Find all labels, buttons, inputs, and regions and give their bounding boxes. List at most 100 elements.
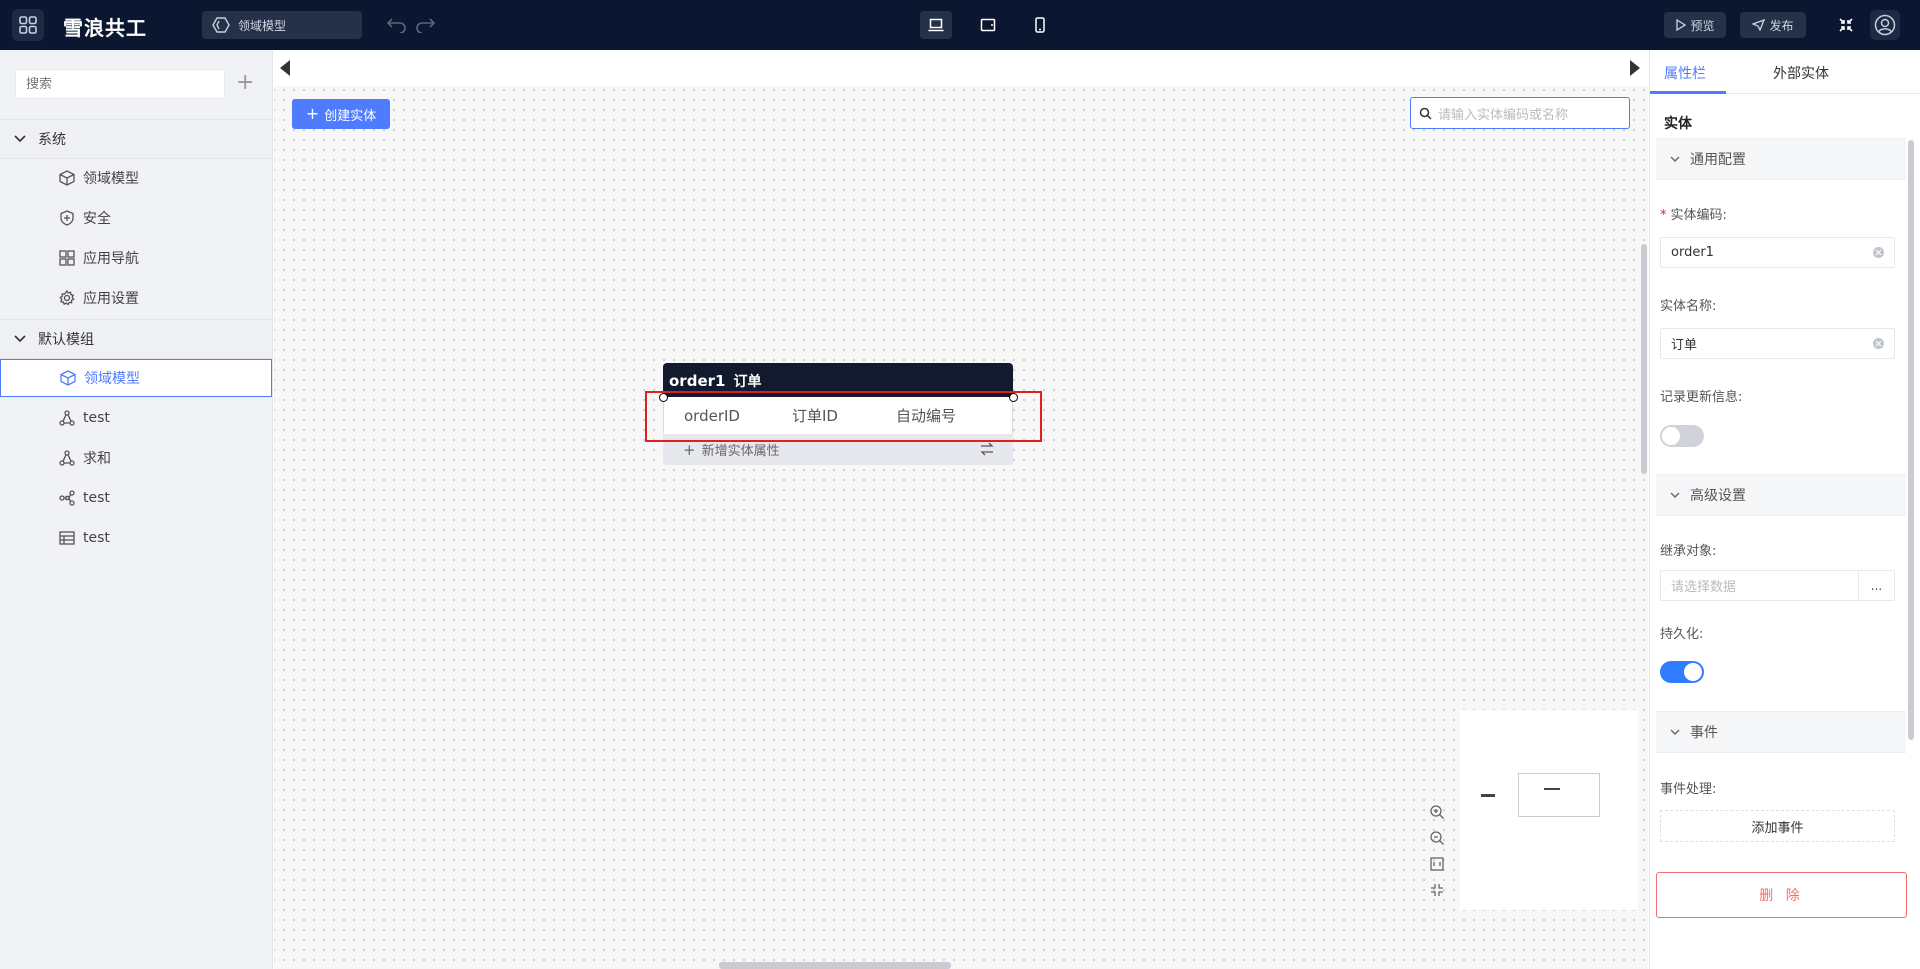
sidebar: + 系统 领域模型 安全 应用导航 应用设置 默认模组 领域模型 test 求和… bbox=[0, 50, 273, 969]
panel-tabs: 属性栏 外部实体 bbox=[1650, 50, 1920, 94]
clear-icon[interactable] bbox=[1873, 247, 1884, 258]
swap-icon[interactable] bbox=[979, 442, 995, 456]
zoom-in-icon[interactable] bbox=[1429, 804, 1445, 820]
zoom-out-icon[interactable] bbox=[1429, 830, 1445, 846]
sidebar-item-label: test bbox=[83, 490, 110, 506]
panel-title: 实体 bbox=[1664, 116, 1692, 132]
entity-code-label: * 实体编码: bbox=[1660, 208, 1727, 223]
sidebar-item-domain-model-selected[interactable]: 领域模型 bbox=[0, 359, 272, 397]
shield-icon bbox=[60, 210, 74, 226]
group-label: 默认模组 bbox=[38, 332, 94, 348]
sidebar-item-sum[interactable]: 求和 bbox=[0, 439, 272, 477]
publish-button[interactable]: 发布 bbox=[1740, 12, 1806, 38]
properties-panel: 属性栏 外部实体 实体 通用配置 * 实体编码: order1 实体名称: 订单 … bbox=[1649, 50, 1920, 969]
add-icon[interactable]: + bbox=[236, 72, 254, 94]
send-icon bbox=[1752, 19, 1766, 31]
entity-code-field[interactable]: order1 bbox=[1660, 237, 1895, 268]
model-selector-label: 领域模型 bbox=[238, 18, 287, 33]
sidebar-item-security[interactable]: 安全 bbox=[0, 199, 272, 237]
entity-name-field[interactable]: 订单 bbox=[1660, 328, 1895, 359]
shrink-icon[interactable] bbox=[1429, 882, 1445, 898]
user-icon bbox=[1874, 14, 1896, 36]
app-brand: 雪浪共工 bbox=[63, 16, 147, 40]
connection-handle-right[interactable] bbox=[1009, 393, 1018, 402]
section-advanced[interactable]: 高级设置 bbox=[1656, 474, 1906, 516]
tab-external-entity[interactable]: 外部实体 bbox=[1773, 63, 1829, 83]
undo-icon[interactable] bbox=[386, 15, 408, 33]
section-advanced-label: 高级设置 bbox=[1690, 488, 1746, 504]
collapse-right-icon[interactable] bbox=[1630, 60, 1640, 76]
canvas-top-strip bbox=[274, 50, 1648, 86]
active-tab-indicator bbox=[1650, 91, 1726, 94]
cube-icon bbox=[59, 170, 75, 186]
collapse-left-icon[interactable] bbox=[280, 60, 290, 76]
sidebar-item-domain-model[interactable]: 领域模型 bbox=[0, 159, 272, 197]
entity-search-input[interactable]: 请输入实体编码或名称 bbox=[1410, 97, 1630, 129]
chevron-down-icon bbox=[14, 335, 26, 343]
minimap-viewport[interactable] bbox=[1518, 773, 1600, 817]
chevron-down-icon bbox=[14, 135, 26, 143]
sidebar-item-label: 领域模型 bbox=[84, 371, 140, 387]
inherit-placeholder: 请选择数据 bbox=[1671, 580, 1737, 595]
section-events[interactable]: 事件 bbox=[1656, 711, 1906, 753]
sidebar-item-app-settings[interactable]: 应用设置 bbox=[0, 279, 272, 317]
mobile-view-button[interactable] bbox=[1024, 11, 1056, 39]
sidebar-item-test-flow[interactable]: test bbox=[0, 399, 272, 437]
minimap[interactable] bbox=[1460, 710, 1638, 910]
user-avatar[interactable] bbox=[1870, 10, 1900, 40]
more-button[interactable]: ... bbox=[1858, 571, 1894, 600]
add-event-button[interactable]: 添加事件 bbox=[1660, 810, 1895, 842]
sidebar-item-app-navigation[interactable]: 应用导航 bbox=[0, 239, 272, 277]
triangle-flow-icon bbox=[59, 450, 75, 466]
preview-button[interactable]: 预览 bbox=[1664, 12, 1726, 38]
model-selector[interactable]: 领域模型 bbox=[202, 11, 362, 39]
section-general[interactable]: 通用配置 bbox=[1656, 138, 1906, 180]
entity-code: order1 bbox=[669, 372, 726, 390]
sidebar-item-label: 安全 bbox=[83, 211, 111, 227]
redo-icon[interactable] bbox=[414, 15, 436, 33]
gear-icon bbox=[59, 290, 75, 306]
plus-icon: + bbox=[305, 104, 320, 123]
selection-highlight bbox=[645, 391, 1042, 442]
fullscreen-exit-icon[interactable] bbox=[1838, 17, 1854, 33]
panel-scrollbar[interactable] bbox=[1908, 140, 1914, 740]
create-entity-label: 创建实体 bbox=[324, 108, 377, 124]
tablet-view-button[interactable] bbox=[972, 11, 1004, 39]
delete-button[interactable]: 删 除 bbox=[1656, 872, 1907, 918]
event-handle-label: 事件处理: bbox=[1660, 782, 1717, 797]
desktop-view-button[interactable] bbox=[920, 11, 952, 39]
inherit-picker[interactable]: 请选择数据 ... bbox=[1660, 570, 1895, 601]
connection-handle-left[interactable] bbox=[659, 393, 668, 402]
chevron-down-icon bbox=[1670, 492, 1680, 498]
sidebar-item-test-nodes[interactable]: test bbox=[0, 479, 272, 517]
chevron-down-icon bbox=[1670, 156, 1680, 162]
chevron-down-icon bbox=[1670, 729, 1680, 735]
apps-grid-icon[interactable] bbox=[12, 9, 44, 41]
toggle-knob bbox=[1684, 663, 1702, 681]
grid-icon bbox=[59, 250, 75, 266]
entity-name-value: 订单 bbox=[1671, 338, 1698, 353]
group-default-module[interactable]: 默认模组 bbox=[0, 319, 272, 359]
group-system[interactable]: 系统 bbox=[0, 119, 272, 159]
clear-icon[interactable] bbox=[1873, 338, 1884, 349]
vertical-scrollbar[interactable] bbox=[1641, 244, 1647, 474]
mobile-icon bbox=[1035, 17, 1045, 33]
persist-toggle[interactable] bbox=[1660, 661, 1704, 683]
group-label: 系统 bbox=[38, 132, 66, 148]
section-general-label: 通用配置 bbox=[1690, 152, 1746, 168]
zoom-toolbar bbox=[1422, 802, 1452, 906]
record-update-toggle[interactable] bbox=[1660, 425, 1704, 447]
sidebar-search-input[interactable] bbox=[15, 69, 225, 99]
fit-view-icon[interactable] bbox=[1429, 856, 1445, 872]
toggle-knob bbox=[1662, 427, 1680, 445]
create-entity-button[interactable]: + 创建实体 bbox=[292, 99, 390, 129]
sidebar-item-label: 应用导航 bbox=[83, 251, 139, 267]
preview-label: 预览 bbox=[1690, 18, 1715, 33]
diagram-canvas[interactable]: + 创建实体 请输入实体编码或名称 order1 订单 orderID 订单ID … bbox=[274, 50, 1648, 969]
model-icon bbox=[212, 17, 230, 33]
record-update-label: 记录更新信息: bbox=[1660, 390, 1743, 405]
sidebar-item-test-table[interactable]: test bbox=[0, 519, 272, 557]
horizontal-scrollbar[interactable] bbox=[719, 962, 951, 969]
tab-properties[interactable]: 属性栏 bbox=[1664, 63, 1706, 83]
cube-icon bbox=[60, 370, 76, 386]
